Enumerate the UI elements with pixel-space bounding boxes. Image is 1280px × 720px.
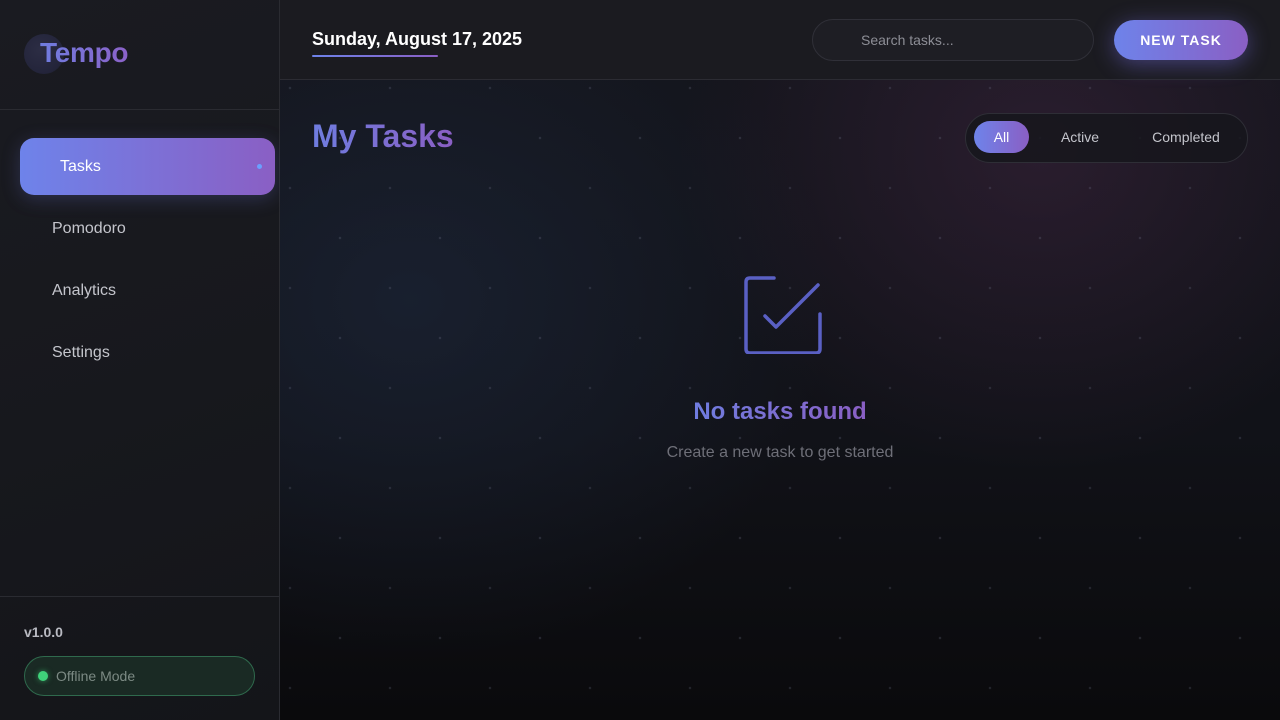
search-input[interactable] (812, 19, 1094, 61)
empty-state-title: No tasks found (693, 398, 867, 425)
version-label: v1.0.0 (24, 624, 63, 640)
sidebar-item-tasks[interactable]: Tasks (20, 138, 275, 195)
app-logo: Tempo (40, 37, 129, 68)
checkbox-icon (744, 276, 822, 354)
sidebar-item-label: Pomodoro (52, 220, 126, 237)
filter-tabs: All Active Completed (965, 113, 1248, 163)
sidebar-nav: Tasks Pomodoro Analytics Settings (0, 110, 279, 381)
new-task-button[interactable]: NEW TASK (1114, 20, 1248, 60)
filter-completed[interactable]: Completed (1136, 121, 1236, 153)
filter-all[interactable]: All (974, 121, 1029, 153)
sidebar-footer: v1.0.0 Offline Mode (0, 596, 279, 720)
logo-area: Tempo (0, 0, 279, 110)
main-content: Sunday, August 17, 2025 NEW TASK My Task… (280, 0, 1280, 720)
date-underline (312, 55, 438, 57)
current-date: Sunday, August 17, 2025 (312, 29, 523, 49)
sidebar: Tempo Tasks Pomodoro Analytics Settings … (0, 0, 280, 720)
empty-state-subtitle: Create a new task to get started (666, 444, 894, 461)
sidebar-item-label: Analytics (52, 282, 117, 299)
status-text: Offline Mode (56, 668, 136, 684)
sidebar-item-label: Tasks (60, 158, 101, 175)
sidebar-item-settings[interactable]: Settings (20, 324, 274, 381)
sidebar-item-analytics[interactable]: Analytics (20, 262, 274, 319)
filter-active[interactable]: Active (1045, 121, 1115, 153)
app-window: Tempo Tasks Pomodoro Analytics Settings … (0, 0, 1280, 720)
status-badge: Offline Mode (24, 656, 255, 696)
status-dot-icon (38, 671, 48, 681)
top-bar: Sunday, August 17, 2025 NEW TASK (280, 0, 1280, 80)
active-indicator-icon (257, 164, 262, 169)
sidebar-item-pomodoro[interactable]: Pomodoro (20, 200, 274, 257)
sidebar-item-label: Settings (52, 344, 110, 361)
page-title: My Tasks (312, 118, 454, 154)
empty-state: No tasks found Create a new task to get … (280, 270, 1280, 462)
